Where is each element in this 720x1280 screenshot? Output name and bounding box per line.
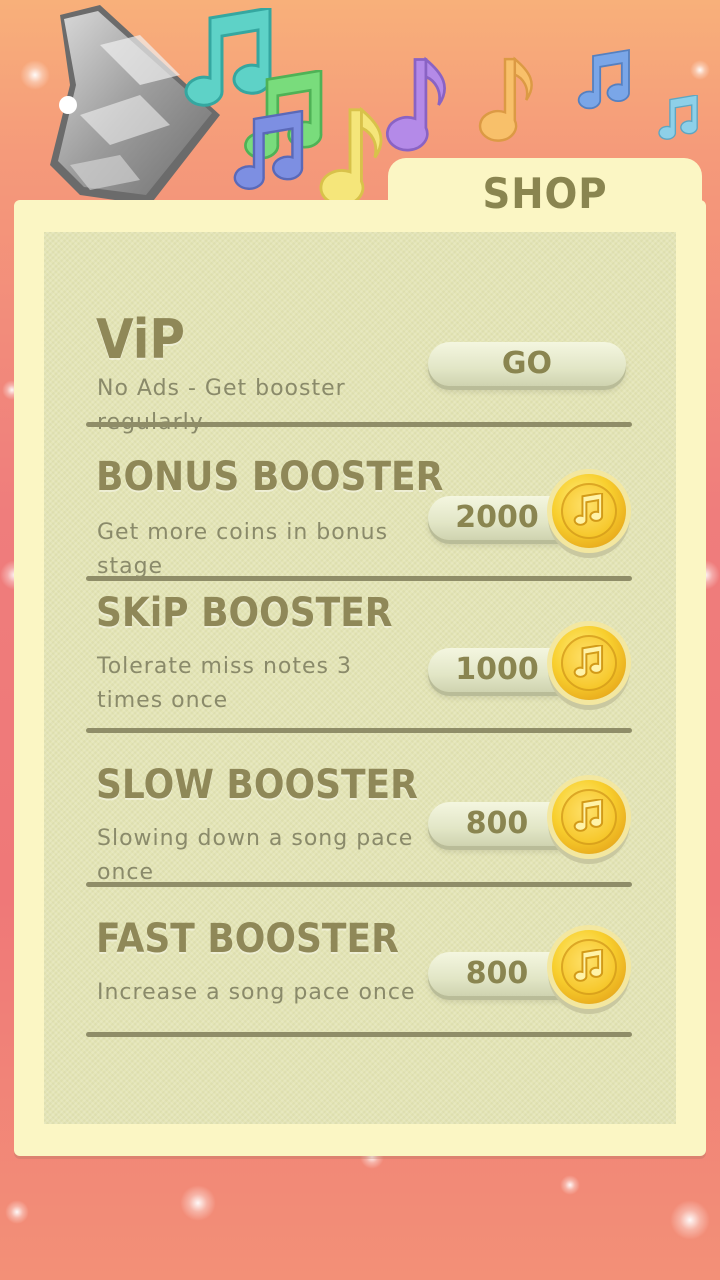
item-description: Tolerate miss notes 3 times once (97, 654, 352, 713)
sparkle (690, 60, 710, 80)
music-note-icon (385, 56, 446, 152)
music-note-coin-icon (552, 626, 626, 700)
divider (86, 422, 632, 427)
music-note-coin-icon (552, 930, 626, 1004)
price-label: 800 (465, 956, 529, 991)
item-title: BONUS BOOSTER (96, 454, 444, 500)
divider (86, 728, 632, 733)
divider (86, 576, 632, 581)
divider (86, 1032, 632, 1037)
item-title: ViP (96, 308, 186, 371)
price-label: 2000 (455, 500, 539, 535)
shop-list: ViP No Ads - Get booster regularly GO BO… (44, 232, 676, 1124)
sparkle (560, 1175, 580, 1195)
sparkle (670, 1200, 710, 1240)
shop-title: SHOP (482, 169, 608, 218)
price-label: 1000 (455, 652, 539, 687)
divider (86, 882, 632, 887)
music-note-icon (658, 95, 698, 140)
music-note-icon (233, 110, 304, 190)
sparkle (5, 1200, 29, 1224)
vip-go-button[interactable]: GO (428, 342, 626, 386)
music-note-coin-icon (552, 780, 626, 854)
item-title: FAST BOOSTER (96, 916, 399, 962)
price-label: 800 (465, 806, 529, 841)
item-description: No Ads - Get booster regularly (97, 376, 346, 435)
item-description: Increase a song pace once (97, 980, 416, 1005)
music-note-coin-icon (552, 474, 626, 548)
music-note-icon (478, 56, 533, 142)
item-description: Slowing down a song pace once (97, 826, 414, 885)
vip-go-label: GO (501, 346, 553, 381)
sparkle (180, 1185, 216, 1221)
item-title: SLOW BOOSTER (96, 762, 418, 808)
music-note-icon (577, 48, 630, 110)
item-title: SKiP BOOSTER (96, 590, 393, 636)
item-description: Get more coins in bonus stage (97, 520, 389, 579)
